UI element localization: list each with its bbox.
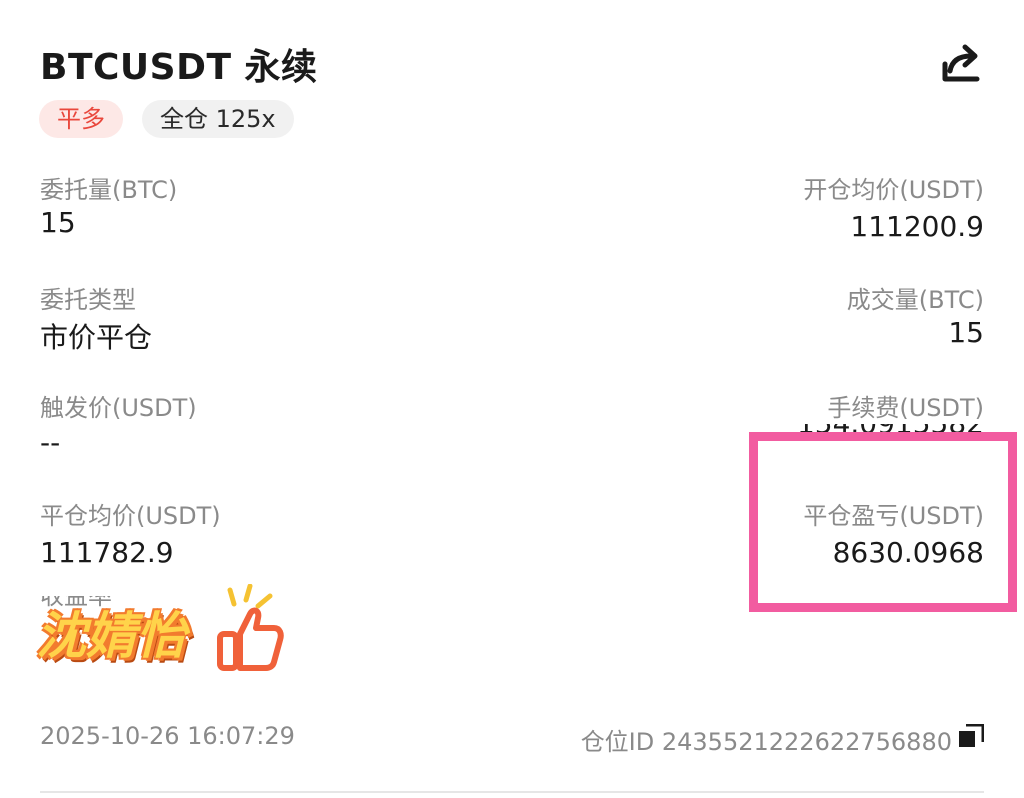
avg-close-price-value: 111782.9 <box>40 536 174 569</box>
avg-open-price-value: 111200.9 <box>850 210 984 243</box>
fee-label: 手续费(USDT) <box>827 394 984 422</box>
order-type-value: 市价平仓 <box>40 321 153 354</box>
margin-mode-badge: 全仓 125x <box>142 100 294 138</box>
copy-icon[interactable] <box>958 724 984 750</box>
avg-open-price-label: 开仓均价(USDT) <box>803 176 984 204</box>
page-title: BTCUSDT 永续 <box>40 47 318 88</box>
order-qty-label: 委托量(BTC) <box>40 176 178 204</box>
divider <box>40 791 984 793</box>
order-qty-value: 15 <box>40 206 76 239</box>
order-type-label: 委托类型 <box>40 286 136 314</box>
trigger-price-label: 触发价(USDT) <box>40 394 197 422</box>
order-timestamp: 2025-10-26 16:07:29 <box>40 722 295 750</box>
name-sticker: 沈婧怡 <box>36 607 186 665</box>
share-icon[interactable] <box>938 40 984 86</box>
trigger-price-value: -- <box>40 426 61 459</box>
position-side-badge: 平多 <box>39 100 123 138</box>
filled-qty-value: 15 <box>948 316 984 349</box>
filled-qty-label: 成交量(BTC) <box>846 286 984 314</box>
avg-close-price-label: 平仓均价(USDT) <box>40 502 221 530</box>
thumbs-up-icon <box>217 584 284 671</box>
position-id: 仓位ID 2435521222622756880 <box>580 728 952 756</box>
pnl-highlight-box <box>749 432 1017 612</box>
